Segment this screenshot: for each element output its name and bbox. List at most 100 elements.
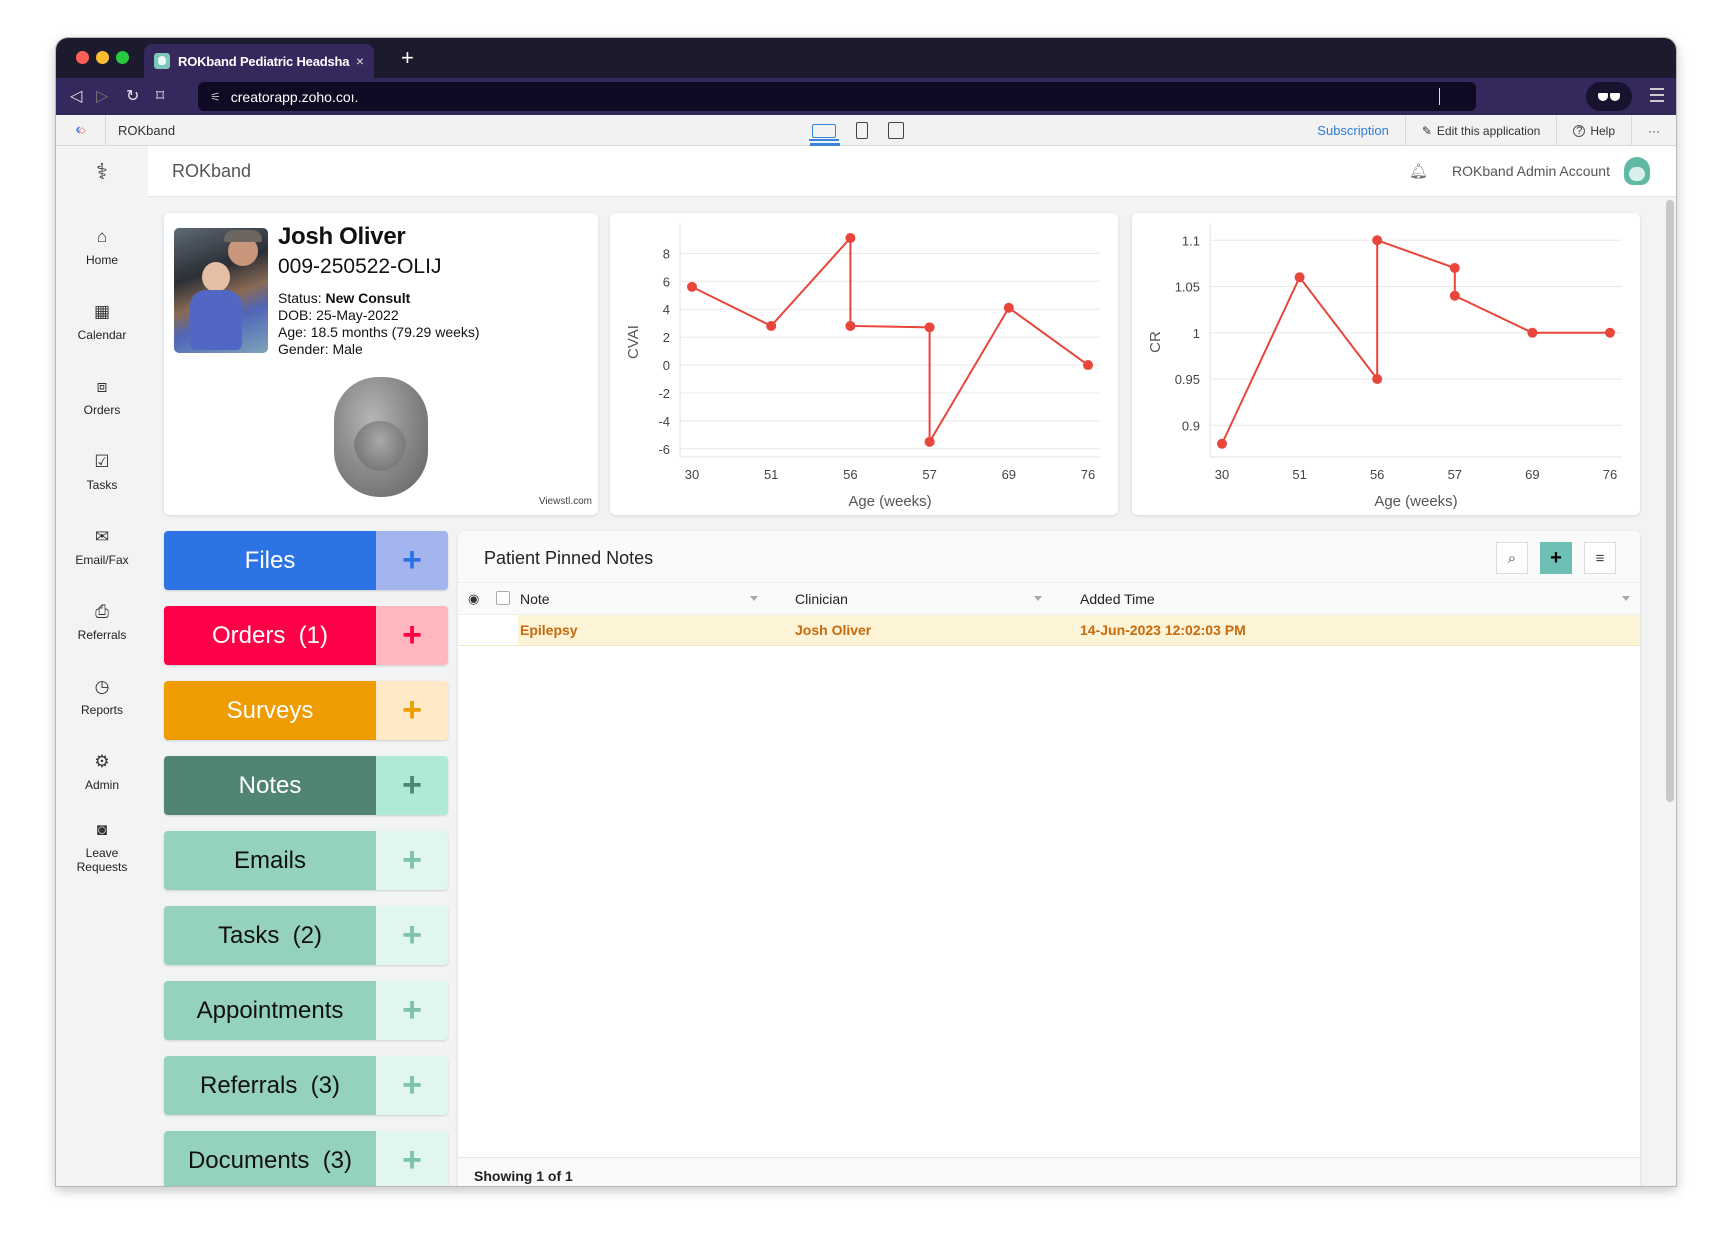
sidebar-item-reports[interactable]: ◷ Reports [56,659,148,734]
open-orders-button[interactable]: Orders (1) [164,606,376,665]
menu-button[interactable]: ≡ [1584,542,1616,574]
open-emails-button[interactable]: Emails [164,831,376,890]
add-notes-plus-icon[interactable]: + [376,756,448,815]
help-button[interactable]: ? Help [1556,115,1631,146]
app-logo[interactable]: ⚕ [56,146,148,197]
text-caret [1439,88,1440,105]
data-point [845,320,856,331]
open-documents-button[interactable]: Documents (3) [164,1131,376,1186]
private-mode-badge[interactable] [1586,82,1632,111]
mobile-view-icon[interactable] [856,122,868,139]
search-button[interactable]: ⌕ [1496,542,1528,574]
add-orders-plus-icon[interactable]: + [376,606,448,665]
bookmark-icon[interactable]: ⌑ [156,86,164,106]
add-files-plus-icon[interactable]: + [376,531,448,590]
sort-clinician-icon[interactable] [1034,596,1042,601]
sort-note-icon[interactable] [750,596,758,601]
eye-icon[interactable]: ◉ [468,583,479,614]
viewstl-credit[interactable]: Viewstl.com [539,496,592,507]
add-tasks-plus-icon[interactable]: + [376,906,448,965]
subscription-link[interactable]: Subscription [1301,123,1405,138]
sidebar-item-tasks[interactable]: ☑ Tasks [56,434,148,509]
table-row[interactable]: Epilepsy Josh Oliver 14-Jun-2023 12:02:0… [458,615,1640,646]
site-settings-icon[interactable]: ⚟ [210,90,221,104]
edit-application-button[interactable]: ✎ Edit this application [1404,115,1556,146]
y-tick-label: 2 [663,330,670,345]
new-tab-button[interactable]: + [401,45,414,71]
x-tick-label: 57 [1448,467,1462,482]
add-surveys-plus-icon[interactable]: + [376,681,448,740]
select-all-checkbox[interactable] [496,591,510,605]
add-referrals-plus-icon[interactable]: + [376,1056,448,1115]
y-tick-label: 0.9 [1182,418,1200,433]
open-surveys-button[interactable]: Surveys [164,681,376,740]
notification-bell-icon[interactable]: 🔔︎ [1409,162,1428,180]
open-notes-button[interactable]: Notes [164,756,376,815]
x-tick-label: 56 [843,467,857,482]
browser-window: ROKband Pediatric Headshape × + ◁ ▷ ↻ ⌑ … [56,38,1676,1186]
browser-menu-icon[interactable] [1650,88,1664,106]
action-documents: Documents (3) + [164,1131,448,1186]
main-content: Josh Oliver 009-250522-OLIJ Status: New … [148,197,1662,1186]
sidebar-item-email-fax[interactable]: ✉ Email/Fax [56,509,148,584]
y-tick-label: 0 [663,358,670,373]
y-tick-label: -2 [658,386,670,401]
add-documents-plus-icon[interactable]: + [376,1131,448,1186]
sidebar-item-home[interactable]: ⌂ Home [56,209,148,284]
sidebar-item-label: Referrals [77,627,127,642]
sort-added-time-icon[interactable] [1622,596,1630,601]
note-cell[interactable]: Epilepsy [520,615,578,645]
avatar[interactable] [1624,157,1650,185]
tablet-view-icon[interactable] [888,122,904,139]
zoho-creator-logo-icon[interactable]: ‹ ◇ [56,114,106,146]
back-icon[interactable]: ◁ [70,86,82,106]
add-note-button[interactable]: + [1540,542,1572,574]
row-eye-cell[interactable] [458,615,488,645]
open-appointments-button[interactable]: Appointments [164,981,376,1040]
maximize-window-button[interactable] [116,51,129,64]
more-options-button[interactable]: ··· [1631,115,1676,146]
zoho-creator-bar: ‹ ◇ ROKband Subscription ✎ Edit this appl… [56,114,1676,146]
notes-header: Patient Pinned Notes ⌕ + ≡ [458,531,1640,583]
open-files-button[interactable]: Files [164,531,376,590]
x-tick-label: 56 [1370,467,1384,482]
box-icon: ⧈ [96,376,108,396]
y-tick-label: -6 [658,442,670,457]
column-header-note[interactable]: Note [520,583,550,614]
url-bar[interactable]: ⚟ creatorapp.zoho.coı. [198,82,1476,111]
browser-tab[interactable]: ROKband Pediatric Headshape × [144,44,374,78]
sidebar-item-admin[interactable]: ⚙ Admin [56,734,148,809]
patient-id: 009-250522-OLIJ [278,255,442,278]
series-line [1221,238,1610,445]
status-value: New Consult [325,290,411,306]
column-header-clinician[interactable]: Clinician [795,583,848,614]
add-appointments-plus-icon[interactable]: + [376,981,448,1040]
head-3d-model-viewer[interactable] [334,377,428,497]
data-point [1083,360,1093,371]
x-tick-label: 51 [764,467,778,482]
minimize-window-button[interactable] [96,51,109,64]
close-window-button[interactable] [76,51,89,64]
open-tasks-button[interactable]: Tasks (2) [164,906,376,965]
zoho-bar-right: Subscription ✎ Edit this application ? H… [1301,115,1676,146]
data-point [687,281,697,292]
forward-icon[interactable]: ▷ [96,86,108,106]
reload-icon[interactable]: ↻ [126,86,139,106]
user-account-name[interactable]: ROKband Admin Account [1452,163,1610,179]
action-files: Files + [164,531,448,590]
column-header-added-time[interactable]: Added Time [1080,583,1155,614]
tab-close-icon[interactable]: × [356,53,364,69]
desktop-view-icon[interactable] [809,123,840,146]
data-point [1294,272,1305,283]
patient-pinned-notes-panel: Patient Pinned Notes ⌕ + ≡ ◉ Note Clinic… [458,531,1640,1186]
sidebar-item-leave-requests[interactable]: ◙ Leave Requests [67,809,137,884]
sidebar-item-orders[interactable]: ⧈ Orders [56,359,148,434]
page-scrollbar[interactable] [1666,200,1674,802]
sidebar-item-calendar[interactable]: ▦ Calendar [56,284,148,359]
add-emails-plus-icon[interactable]: + [376,831,448,890]
open-referrals-button[interactable]: Referrals (3) [164,1056,376,1115]
clinician-cell: Josh Oliver [795,622,872,638]
row-checkbox-cell[interactable] [488,615,518,645]
x-tick-label: 76 [1603,467,1617,482]
sidebar-item-referrals[interactable]: ⎙ Referrals [56,584,148,659]
